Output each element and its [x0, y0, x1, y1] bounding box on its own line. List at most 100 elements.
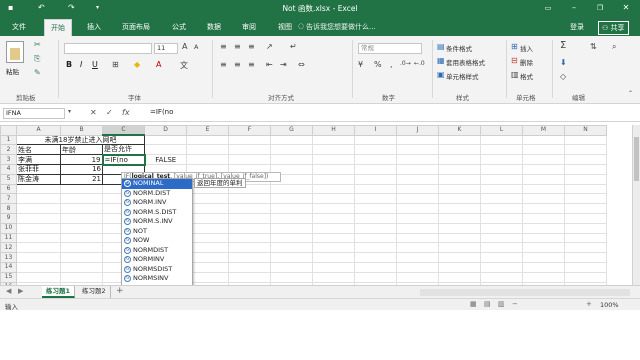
cell[interactable] [564, 232, 607, 244]
cell[interactable] [354, 222, 397, 234]
format-painter-icon[interactable]: ✎ [34, 68, 41, 77]
cell[interactable] [60, 252, 103, 264]
cell[interactable] [312, 183, 355, 195]
column-header[interactable]: A [16, 125, 61, 136]
sort-filter-icon[interactable]: ⇅ [590, 42, 597, 51]
name-box-dropdown-icon[interactable]: ▾ [68, 108, 71, 115]
cell[interactable] [16, 193, 61, 205]
list-item[interactable]: fx NOT [122, 227, 192, 237]
row-header[interactable]: 13 [0, 252, 17, 264]
border-icon[interactable]: ⊞ [112, 60, 119, 69]
align-center-icon[interactable]: ≡ [234, 60, 241, 69]
row-header[interactable]: 10 [0, 222, 17, 234]
ribbon-display-icon[interactable]: ▭ [540, 2, 556, 14]
cell[interactable] [564, 242, 607, 254]
cell-A1[interactable]: 未满18岁禁止进入网吧 [16, 134, 145, 146]
close-icon[interactable]: ✕ [618, 2, 634, 14]
wrap-text-icon[interactable]: ↵ [290, 42, 297, 51]
increase-font-icon[interactable]: A [182, 42, 187, 51]
cell[interactable] [270, 193, 313, 205]
cut-icon[interactable]: ✂ [34, 40, 41, 49]
cell[interactable] [522, 262, 565, 273]
font-size-dropdown[interactable]: 11 [154, 43, 178, 54]
paste-button[interactable] [6, 41, 24, 63]
cell[interactable] [228, 193, 271, 205]
column-header[interactable]: C [102, 125, 145, 136]
tab-review[interactable]: 审阅 [242, 21, 256, 33]
cell[interactable] [270, 203, 313, 215]
cell[interactable] [564, 203, 607, 215]
cell[interactable] [438, 262, 481, 273]
cell-D3[interactable]: FALSE [144, 154, 187, 166]
cell[interactable] [480, 183, 523, 195]
cell[interactable] [354, 262, 397, 273]
cell[interactable] [16, 213, 61, 224]
cell[interactable] [564, 183, 607, 195]
cell[interactable] [186, 134, 229, 146]
row-header[interactable]: 4 [0, 164, 17, 175]
cell[interactable] [312, 203, 355, 215]
cell[interactable] [438, 144, 481, 156]
formula-input[interactable]: =IF(no [150, 108, 173, 116]
cell[interactable] [270, 242, 313, 254]
font-color-icon[interactable]: A [156, 60, 161, 69]
font-name-dropdown[interactable] [64, 43, 152, 54]
cell[interactable] [438, 134, 481, 146]
cell[interactable] [480, 193, 523, 205]
cell[interactable] [480, 213, 523, 224]
minimize-icon[interactable]: – [566, 2, 582, 14]
indent-increase-icon[interactable]: ⇥ [280, 60, 287, 69]
sheet-tab-1[interactable]: 练习题1 [42, 286, 76, 298]
cell[interactable] [564, 193, 607, 205]
cell[interactable] [480, 262, 523, 273]
cell[interactable] [480, 144, 523, 156]
cell[interactable] [564, 262, 607, 273]
cell[interactable] [564, 271, 607, 283]
cell[interactable] [312, 242, 355, 254]
cell[interactable] [60, 222, 103, 234]
cell[interactable] [396, 271, 439, 283]
cell[interactable] [522, 203, 565, 215]
currency-icon[interactable]: ¥ [358, 60, 363, 69]
format-cells-button[interactable]: 格式 [520, 71, 533, 81]
add-sheet-button[interactable]: + [116, 286, 124, 296]
cell[interactable] [228, 232, 271, 244]
list-item[interactable]: fx NORM.INV [122, 198, 192, 208]
cell[interactable] [396, 193, 439, 205]
cell[interactable] [228, 242, 271, 254]
align-top-icon[interactable]: ≡ [220, 42, 227, 51]
cell[interactable] [228, 154, 271, 166]
cell-B2[interactable]: 年龄 [60, 144, 103, 156]
cell[interactable] [522, 242, 565, 254]
cell[interactable] [522, 144, 565, 156]
column-header[interactable]: I [354, 125, 397, 136]
cell-C2[interactable]: 是否允许 [102, 144, 145, 156]
cell[interactable] [396, 252, 439, 264]
page-break-icon[interactable]: ▥ [498, 300, 505, 308]
page-layout-icon[interactable]: ▤ [484, 300, 491, 308]
column-header[interactable]: J [396, 125, 439, 136]
cell[interactable] [312, 262, 355, 273]
align-bottom-icon[interactable]: ≡ [248, 42, 255, 51]
find-select-icon[interactable]: ⌕ [612, 42, 616, 52]
cell[interactable] [438, 203, 481, 215]
cell[interactable] [354, 232, 397, 244]
cell[interactable] [228, 213, 271, 224]
cell[interactable] [396, 183, 439, 195]
comma-button[interactable]: , [390, 60, 393, 69]
cell-B3[interactable]: 19 [60, 154, 103, 166]
row-header[interactable]: 9 [0, 213, 17, 224]
cell[interactable] [16, 232, 61, 244]
zoom-level[interactable]: 100% [600, 301, 619, 309]
percent-button[interactable]: % [374, 60, 382, 69]
cell[interactable] [396, 164, 439, 175]
cell[interactable] [60, 271, 103, 283]
column-header[interactable]: G [270, 125, 313, 136]
column-header[interactable]: N [564, 125, 607, 136]
conditional-format-button[interactable]: 条件格式 [446, 43, 472, 53]
row-header[interactable]: 6 [0, 183, 17, 195]
column-header[interactable]: F [228, 125, 271, 136]
orientation-icon[interactable]: ↗ [266, 42, 273, 51]
fill-color-icon[interactable]: ◆ [134, 60, 140, 69]
cell[interactable] [522, 232, 565, 244]
